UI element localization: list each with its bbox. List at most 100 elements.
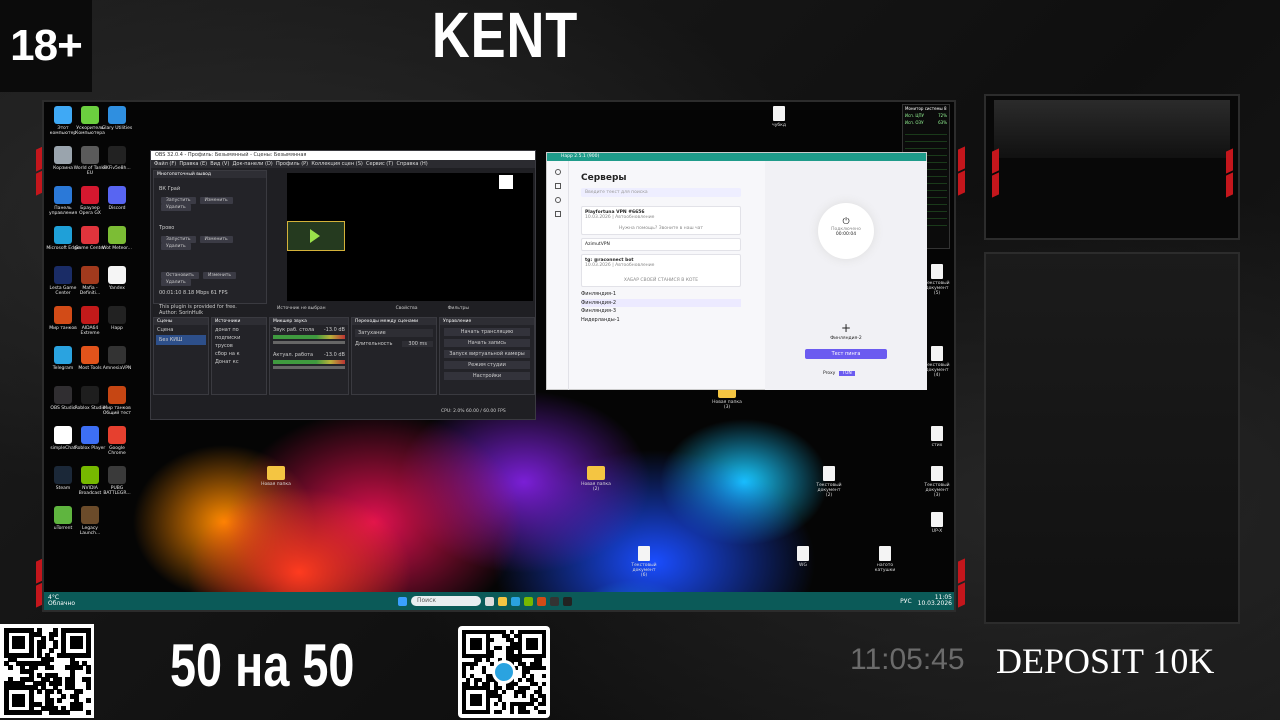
happ-icon[interactable] — [563, 596, 572, 606]
obs-menu-item[interactable]: Правка (E) — [179, 161, 207, 167]
start-stream-button[interactable]: Начать трансляцию — [444, 328, 530, 336]
obs-window[interactable]: OBS 32.0.4 - Профиль: Безымянный - Сцены… — [150, 150, 536, 420]
obs-preview[interactable] — [287, 173, 533, 301]
virtual-camera-button[interactable]: Запуск виртуальной камеры — [444, 350, 530, 358]
start-output-button[interactable]: Запустить — [161, 236, 196, 243]
desktop-file[interactable]: нагото катушки — [870, 546, 900, 573]
obs-menu-item[interactable]: Вид (V) — [210, 161, 229, 167]
qr-module — [20, 701, 26, 707]
app-icon — [108, 106, 126, 124]
desktop-shortcut[interactable]: Happ — [100, 306, 134, 331]
desktop-file[interactable]: стих — [922, 426, 952, 448]
tun-label[interactable]: TUN — [839, 371, 855, 376]
server-card[interactable]: tg: @raconnect bot 10.03.2026 | Автообно… — [581, 254, 741, 287]
obs-menu-item[interactable]: Коллекция сцен (S) — [311, 161, 363, 167]
filters-button[interactable]: Фильтры — [448, 306, 469, 314]
volume-slider[interactable] — [273, 341, 345, 344]
delete-output-button[interactable]: Удалить — [161, 204, 191, 211]
weather-widget[interactable]: 4°C Облачно — [44, 595, 94, 607]
desktop-shortcut[interactable]: Мир танков Общий тест — [100, 386, 134, 416]
desktop-file[interactable]: UP-X — [922, 512, 952, 534]
server-search-input[interactable]: Введите текст для поиска — [581, 188, 741, 197]
happ-title-bar[interactable]: Happ 2.5.1 (900) — [547, 153, 926, 161]
transition-select[interactable]: Затухание — [355, 329, 433, 337]
desktop-file[interactable]: WG — [788, 546, 818, 568]
source-item[interactable]: Донат кс — [215, 358, 263, 366]
desktop-shortcut[interactable]: PUBG BATTLEGR... — [100, 466, 134, 496]
desktop-shortcut[interactable]: Wot Meteor... — [100, 226, 134, 251]
desktop-shortcut[interactable]: Google Chrome — [100, 426, 134, 456]
qr-module — [542, 702, 546, 706]
source-item[interactable]: донат по — [215, 326, 263, 334]
scene-item[interactable]: Сцена — [154, 325, 208, 335]
desktop-file[interactable]: Текстовый документ (3) — [922, 466, 952, 498]
task-view-icon[interactable] — [485, 596, 494, 606]
app-icon — [81, 506, 99, 524]
studio-mode-button[interactable]: Режим студии — [444, 361, 530, 369]
edit-output-button[interactable]: Изменить — [199, 197, 233, 204]
source-item[interactable]: сбор на к — [215, 350, 263, 358]
app-icon — [54, 106, 72, 124]
desktop-shortcut[interactable]: Discord — [100, 186, 134, 211]
stop-output-button[interactable]: Остановить — [161, 272, 199, 279]
desktop-file[interactable]: Текстовый документ (6) — [629, 546, 659, 578]
properties-button[interactable]: Свойства — [396, 306, 418, 314]
mode-switch[interactable]: Proxy TUN — [823, 371, 855, 376]
language-indicator[interactable]: РУС — [900, 598, 911, 605]
obs-title-bar[interactable]: OBS 32.0.4 - Профиль: Безымянный - Сцены… — [151, 151, 535, 160]
desktop-file[interactable]: чубкд — [764, 106, 794, 128]
nvidia-icon[interactable] — [524, 596, 533, 606]
qr-module — [478, 646, 482, 650]
scene-item-selected[interactable]: Без КИШ — [156, 335, 206, 345]
promo-text: 50 на 50 — [170, 632, 355, 699]
desktop-shortcut[interactable]: Glary Utilities — [100, 106, 134, 131]
location-item-selected[interactable]: Финляндия-2 — [581, 298, 741, 307]
explorer-icon[interactable] — [498, 596, 507, 606]
server-card[interactable]: Playfortuna VPN #6656 10.03.2026 | Автоо… — [581, 206, 741, 235]
obs-menu-item[interactable]: Профиль (P) — [276, 161, 308, 167]
settings-button[interactable]: Настройки — [444, 372, 530, 380]
start-record-button[interactable]: Начать запись — [444, 339, 530, 347]
game-icon[interactable] — [537, 596, 546, 606]
location-item[interactable]: Нидерланды-1 — [581, 316, 741, 325]
home-icon[interactable] — [554, 169, 561, 175]
obs-icon[interactable] — [550, 596, 559, 606]
servers-icon[interactable] — [554, 183, 561, 189]
desktop-file[interactable]: Текстовый документ (2) — [814, 466, 844, 498]
source-item[interactable]: подписки — [215, 334, 263, 342]
server-card[interactable]: AzimutVPN — [581, 238, 741, 251]
obs-menu-item[interactable]: Сервис (T) — [366, 161, 393, 167]
happ-vpn-window[interactable]: Happ 2.5.1 (900) Серверы Введите текст д… — [546, 152, 927, 390]
location-item[interactable]: Финляндия-1 — [581, 290, 741, 299]
volume-slider[interactable] — [273, 366, 345, 369]
active-output: Остановить Изменить Удалить 00:01:10 8.18 … — [154, 250, 266, 316]
delete-output-button[interactable]: Удалить — [161, 243, 191, 250]
start-output-button[interactable]: Запустить — [161, 197, 196, 204]
system-tray: РУС 11:05 10.03.2026 — [900, 595, 954, 607]
volume-meter — [273, 335, 345, 339]
desktop-folder[interactable]: Новая папка — [261, 466, 291, 487]
desktop-shortcut[interactable]: Legacy Launch... — [73, 506, 107, 536]
desktop-shortcut[interactable]: Yandex — [100, 266, 134, 291]
obs-menu-item[interactable]: Файл (F) — [154, 161, 176, 167]
proxy-label[interactable]: Proxy — [823, 371, 835, 376]
desktop-folder[interactable]: Новая папка (2) — [581, 466, 611, 492]
connect-toggle[interactable]: ⏻ Подключено 00:00:04 — [818, 203, 874, 259]
desktop-shortcut[interactable]: FKFiv5e8h... — [100, 146, 134, 171]
taskbar-search-input[interactable]: Поиск — [411, 596, 481, 606]
duration-input[interactable]: 300 ms — [402, 341, 433, 347]
source-item[interactable]: трусов — [215, 342, 263, 350]
obs-menu-item[interactable]: Справка (H) — [396, 161, 427, 167]
source-toolbar: Источник не выбран Свойства Фильтры — [273, 306, 535, 314]
edit-output-button[interactable]: Изменить — [202, 272, 237, 279]
obs-menu-item[interactable]: Док-панели (D) — [233, 161, 273, 167]
desktop-shortcut[interactable]: AmnesiaVPN — [100, 346, 134, 371]
delete-output-button[interactable]: Удалить — [161, 279, 191, 286]
edit-output-button[interactable]: Изменить — [199, 236, 233, 243]
ping-test-button[interactable]: Тест пинга — [805, 349, 887, 359]
taskbar-clock[interactable]: 11:05 10.03.2026 — [918, 595, 952, 607]
start-icon[interactable] — [398, 596, 407, 606]
location-item[interactable]: Финляндия-3 — [581, 307, 741, 316]
telegram-icon[interactable] — [511, 596, 520, 606]
obs-status-bar: CPU: 2.0% 60.00 / 60.00 FPS — [441, 409, 506, 414]
